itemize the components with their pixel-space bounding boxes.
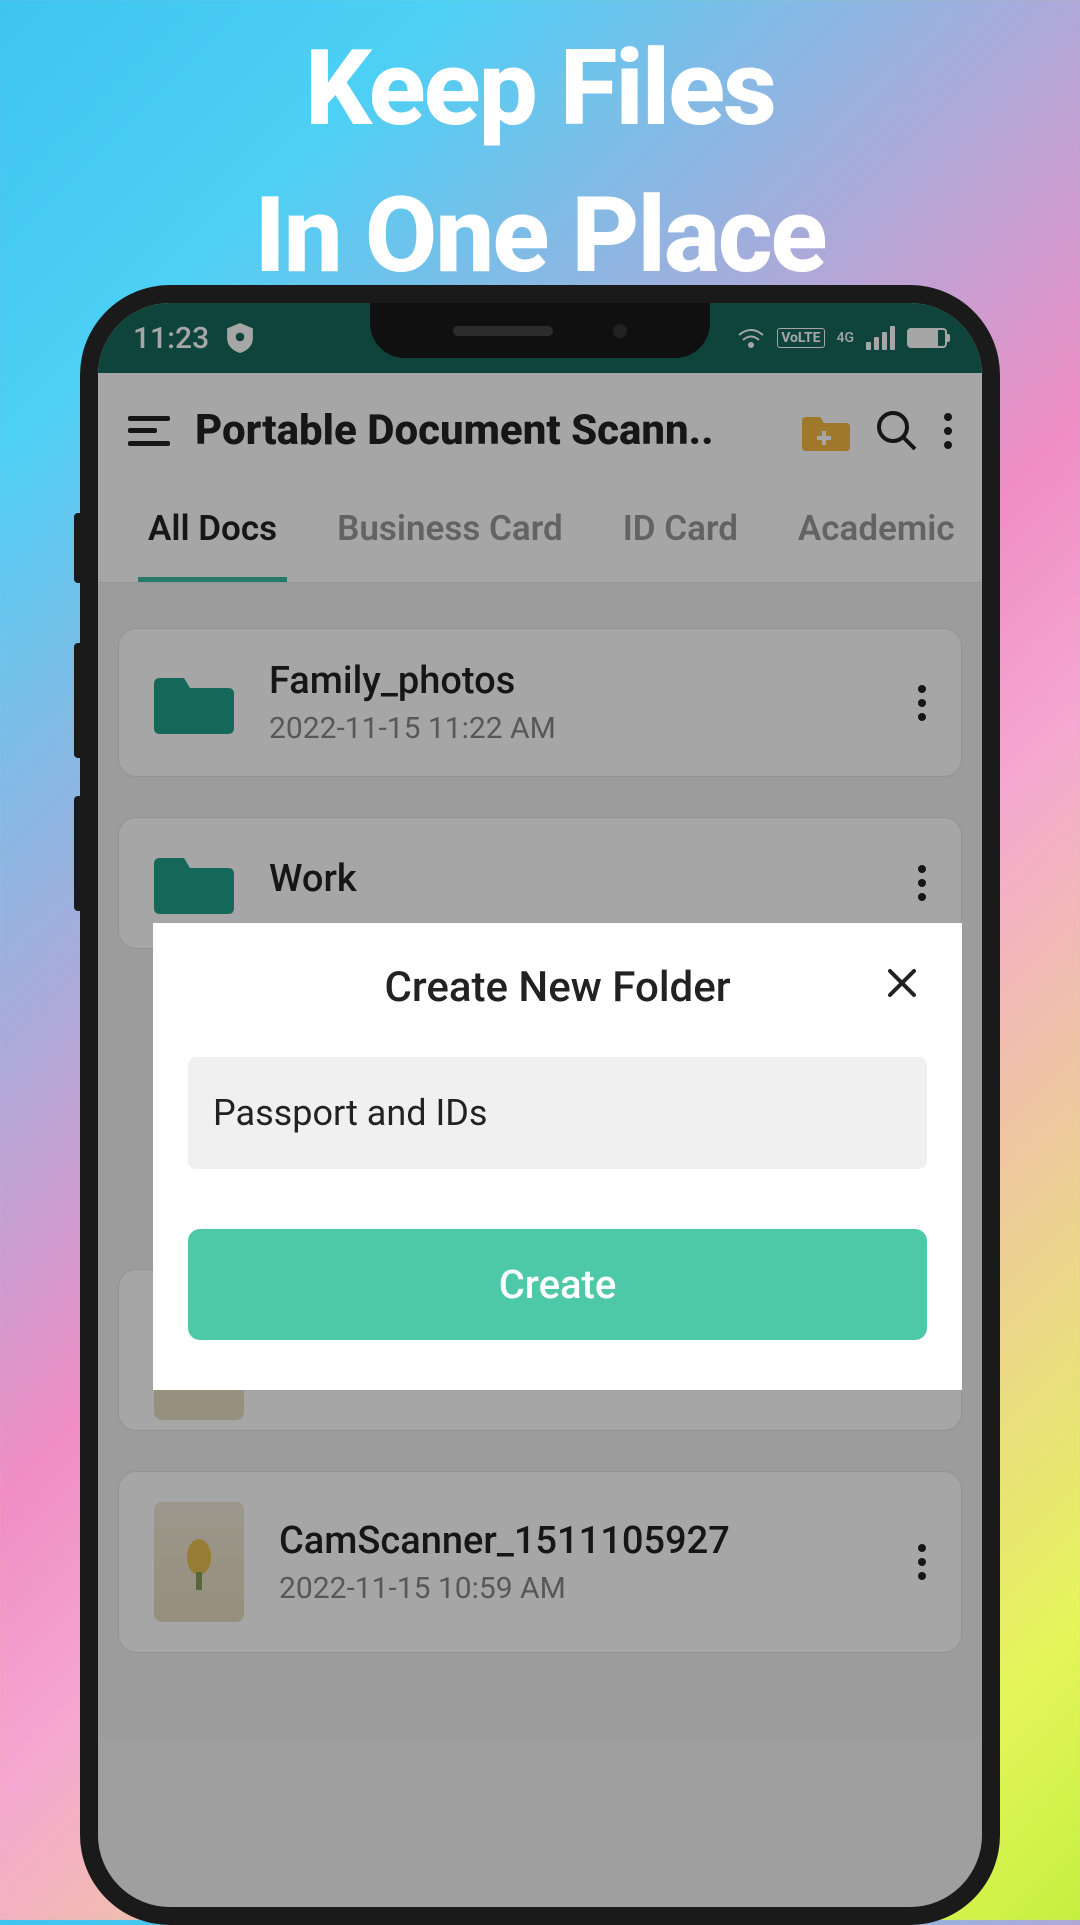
phone-screen: 11:23 VoLTE 4G — [98, 303, 982, 1907]
create-folder-dialog: Create New Folder Create — [153, 923, 962, 1390]
promo-line-1: Keep Files — [0, 15, 1080, 162]
dialog-title: Create New Folder — [384, 963, 730, 1012]
create-button[interactable]: Create — [188, 1229, 927, 1340]
promo-heading: Keep Files In One Place — [0, 0, 1080, 309]
phone-frame: 11:23 VoLTE 4G — [80, 285, 1000, 1925]
close-icon[interactable] — [877, 958, 927, 1008]
folder-name-input[interactable] — [188, 1057, 927, 1169]
